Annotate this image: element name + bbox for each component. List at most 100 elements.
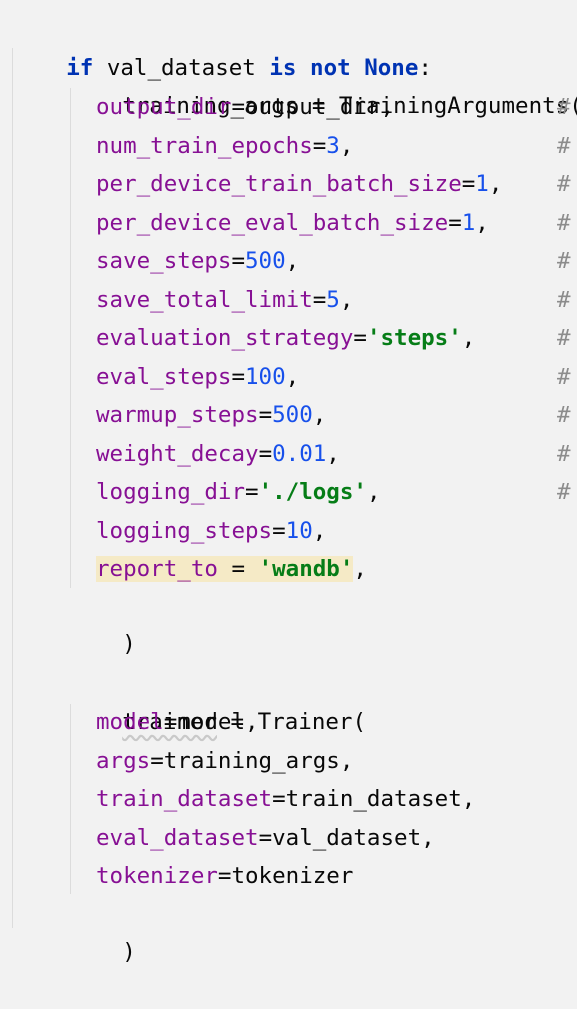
param-name: num_train_epochs: [96, 132, 313, 159]
comma: ,: [475, 209, 489, 236]
code-line-arg[interactable]: warmup_steps=500, #: [96, 396, 577, 434]
param-value: 1: [475, 171, 489, 197]
comma: ,: [285, 363, 300, 390]
equals-sign: =: [258, 402, 273, 428]
param-name: warmup_steps: [96, 402, 259, 428]
comment-marker: #: [557, 209, 571, 236]
code-line-arg[interactable]: report_to = 'wandb',: [96, 550, 577, 588]
code-line-trainer-arg[interactable]: train_dataset=train_dataset,: [96, 780, 475, 818]
code-line-close-paren[interactable]: ): [68, 895, 136, 965]
param-value: train_dataset: [285, 786, 462, 812]
indent-guide: [70, 88, 71, 588]
param-name: logging_dir: [96, 479, 246, 505]
comma: ,: [380, 94, 395, 120]
comment-marker: #: [557, 440, 571, 467]
code-line-training-args[interactable]: training_args = TrainingArguments(: [68, 49, 577, 119]
equals-sign: =: [163, 709, 178, 735]
equals-sign: =: [312, 132, 327, 159]
param-name: eval_dataset: [96, 824, 259, 851]
arg-expression: output_dir=output_dir: [96, 94, 380, 120]
param-value: model: [177, 709, 246, 735]
param-value: training_args: [163, 747, 340, 774]
comment-marker: #: [557, 132, 571, 159]
code-editor[interactable]: if val_dataset is not None: training_arg…: [0, 0, 577, 965]
equals-sign: =: [272, 786, 286, 812]
highlighted-occurrence: report_to = 'wandb': [96, 556, 354, 582]
param-value: 5: [326, 286, 340, 313]
code-line-arg[interactable]: logging_steps=10,: [96, 512, 577, 550]
comma: ,: [312, 402, 327, 428]
equals-sign: =: [312, 286, 327, 313]
comma: ,: [488, 171, 503, 197]
param-value: tokenizer: [231, 863, 354, 889]
equals-sign: =: [461, 171, 476, 197]
param-value: 500: [272, 402, 313, 428]
code-line-arg[interactable]: eval_steps=100, #: [96, 358, 577, 396]
param-value: './logs': [258, 479, 367, 505]
code-line-close-paren[interactable]: ): [68, 587, 136, 657]
code-line-arg[interactable]: evaluation_strategy='steps', #: [96, 319, 577, 357]
code-line-trainer[interactable]: trainer = Trainer(: [68, 665, 366, 735]
close-paren: ): [122, 631, 136, 657]
equals-sign: =: [217, 863, 232, 889]
arg-expression: save_steps=500: [96, 248, 286, 274]
param-name: train_dataset: [96, 786, 273, 812]
param-name: evaluation_strategy: [96, 325, 354, 351]
code-line-arg[interactable]: num_train_epochs=3, #: [96, 127, 577, 165]
arg-expression: per_device_eval_batch_size=1: [96, 210, 475, 236]
param-name: report_to: [96, 556, 218, 582]
comma: ,: [339, 132, 354, 159]
equals-sign: =: [150, 747, 164, 774]
arg-expression: weight_decay=0.01: [96, 441, 326, 467]
comment-marker: #: [557, 479, 571, 505]
indent-guide: [12, 48, 13, 928]
comma: ,: [421, 824, 435, 851]
param-value: 'steps': [366, 325, 462, 351]
param-name: model: [96, 709, 164, 735]
code-line-arg[interactable]: save_steps=500, #: [96, 242, 577, 280]
comment-marker: #: [557, 171, 571, 197]
param-name: per_device_eval_batch_size: [96, 209, 449, 236]
param-name: logging_steps: [96, 517, 273, 544]
param-name: save_total_limit: [96, 286, 313, 313]
param-name: tokenizer: [96, 863, 218, 889]
equals-sign: =: [272, 517, 286, 544]
param-name: output_dir: [96, 94, 232, 120]
comma: ,: [353, 556, 367, 582]
comma: ,: [339, 747, 354, 774]
comma: ,: [461, 325, 476, 351]
param-value: 3: [326, 132, 340, 159]
param-value: 'wandb': [258, 556, 354, 582]
comma: ,: [339, 286, 354, 313]
comment-marker: #: [557, 363, 571, 390]
param-value: 1: [461, 209, 476, 236]
arg-expression: logging_steps=10: [96, 518, 313, 544]
code-line-arg[interactable]: per_device_train_batch_size=1, #: [96, 165, 577, 203]
arg-expression: eval_steps=100: [96, 364, 286, 390]
close-paren: ): [122, 939, 136, 965]
code-line-arg[interactable]: logging_dir='./logs', #: [96, 473, 577, 511]
code-line-arg[interactable]: per_device_eval_batch_size=1, #: [96, 204, 577, 242]
code-line-arg[interactable]: save_total_limit=5, #: [96, 281, 577, 319]
code-line-arg[interactable]: output_dir=output_dir, #: [96, 88, 577, 126]
equals-sign: =: [231, 363, 246, 390]
equals-sign: =: [245, 479, 259, 505]
param-value: 500: [245, 248, 286, 274]
comma: ,: [326, 440, 340, 467]
comment-marker: #: [557, 402, 571, 428]
code-line-trainer-arg[interactable]: model=model,: [96, 703, 259, 741]
equals-sign: =: [231, 248, 246, 274]
code-line-arg[interactable]: weight_decay=0.01, #: [96, 435, 577, 473]
code-line-trainer-arg[interactable]: args=training_args,: [96, 742, 353, 780]
arg-expression: per_device_train_batch_size=1: [96, 171, 489, 197]
comma: ,: [312, 517, 327, 544]
code-line-trainer-arg[interactable]: tokenizer=tokenizer: [96, 857, 353, 895]
param-name: eval_steps: [96, 363, 232, 390]
param-value: 0.01: [272, 440, 327, 467]
param-name: args: [96, 747, 151, 774]
param-name: save_steps: [96, 248, 232, 274]
code-line-if[interactable]: if val_dataset is not None:: [12, 11, 432, 81]
equals-sign: =: [258, 824, 273, 851]
code-line-trainer-arg[interactable]: eval_dataset=val_dataset,: [96, 819, 435, 857]
comment-marker: #: [557, 286, 571, 313]
